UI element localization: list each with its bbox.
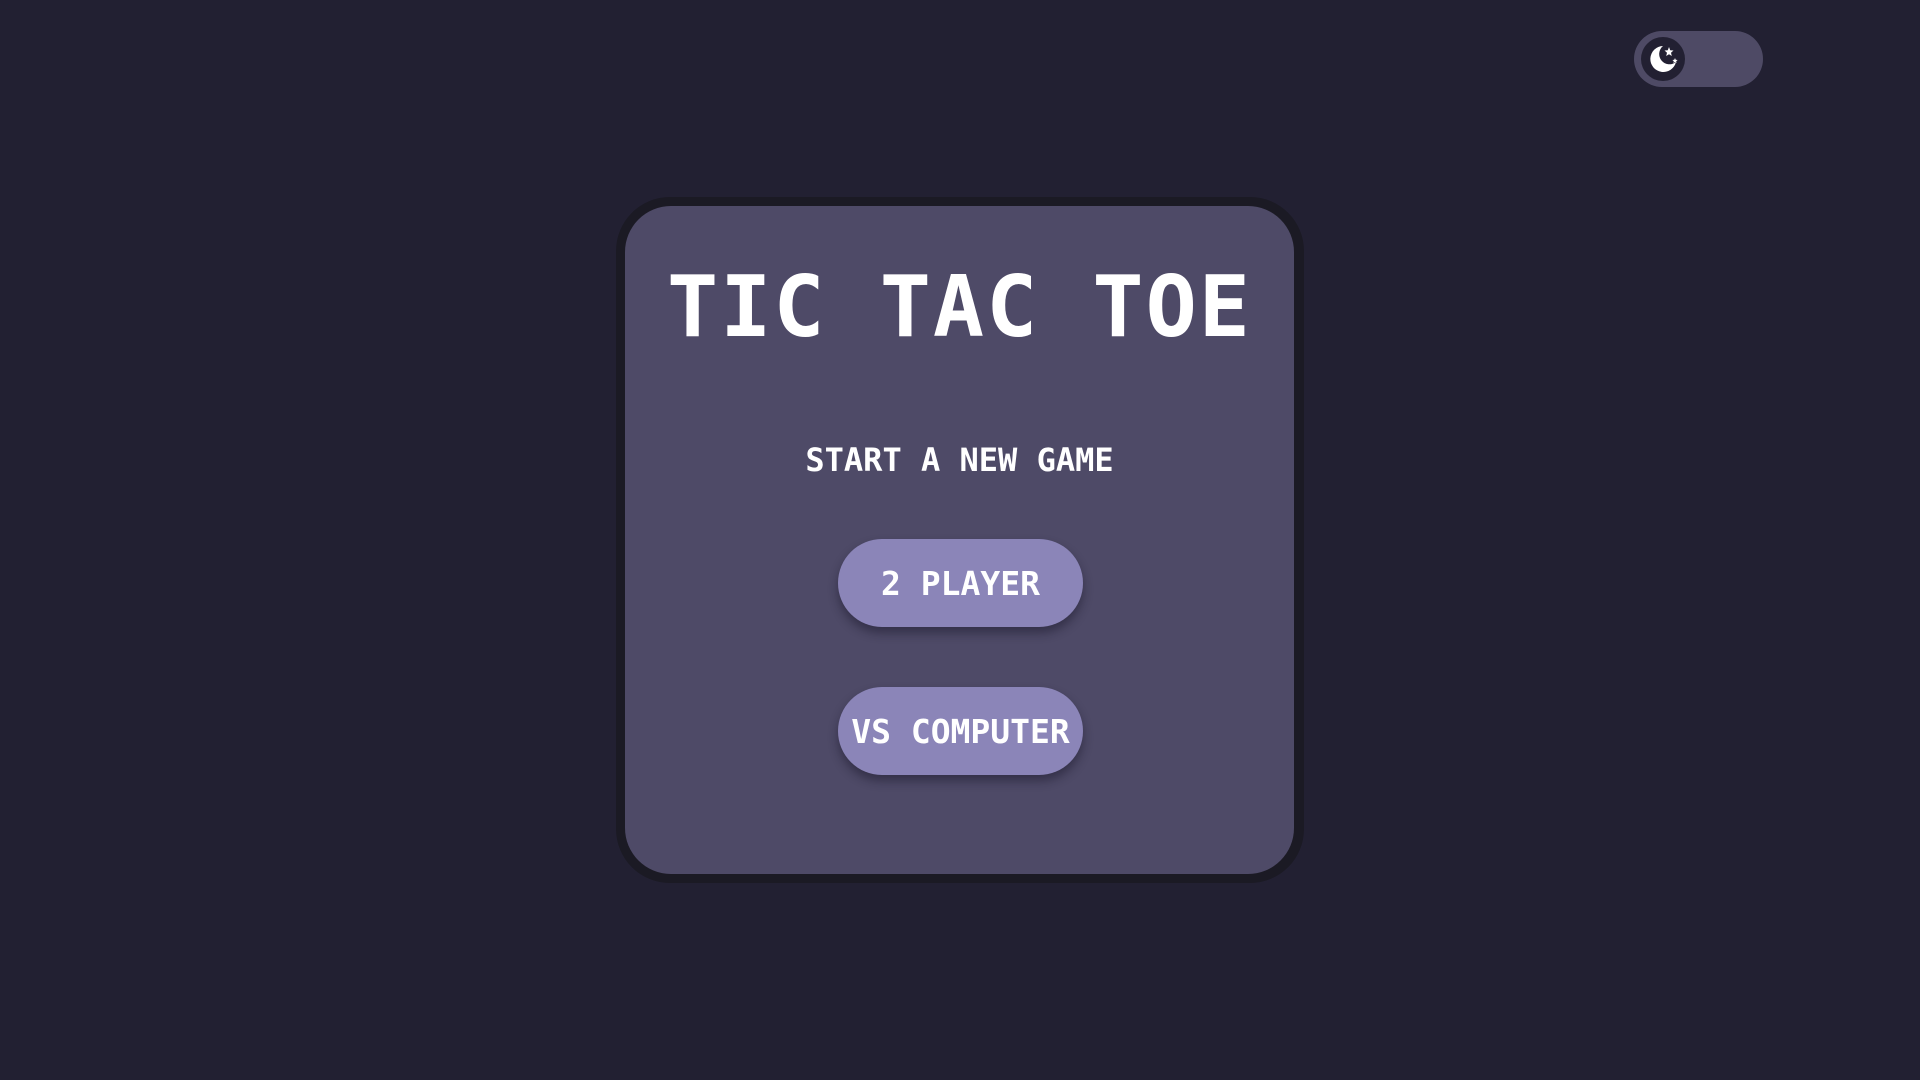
page: TIC TAC TOE START A NEW GAME 2 PLAYER VS… [0, 0, 1920, 1080]
menu-card-frame: TIC TAC TOE START A NEW GAME 2 PLAYER VS… [616, 197, 1304, 883]
game-title: TIC TAC TOE [667, 258, 1252, 357]
start-new-game-heading: START A NEW GAME [805, 441, 1114, 479]
theme-toggle[interactable] [1634, 31, 1763, 87]
moon-stars-icon [1650, 46, 1678, 72]
two-player-button[interactable]: 2 PLAYER [838, 539, 1083, 627]
vs-computer-button[interactable]: VS COMPUTER [838, 687, 1083, 775]
menu-card: TIC TAC TOE START A NEW GAME 2 PLAYER VS… [625, 206, 1294, 874]
toggle-knob[interactable] [1641, 37, 1685, 81]
